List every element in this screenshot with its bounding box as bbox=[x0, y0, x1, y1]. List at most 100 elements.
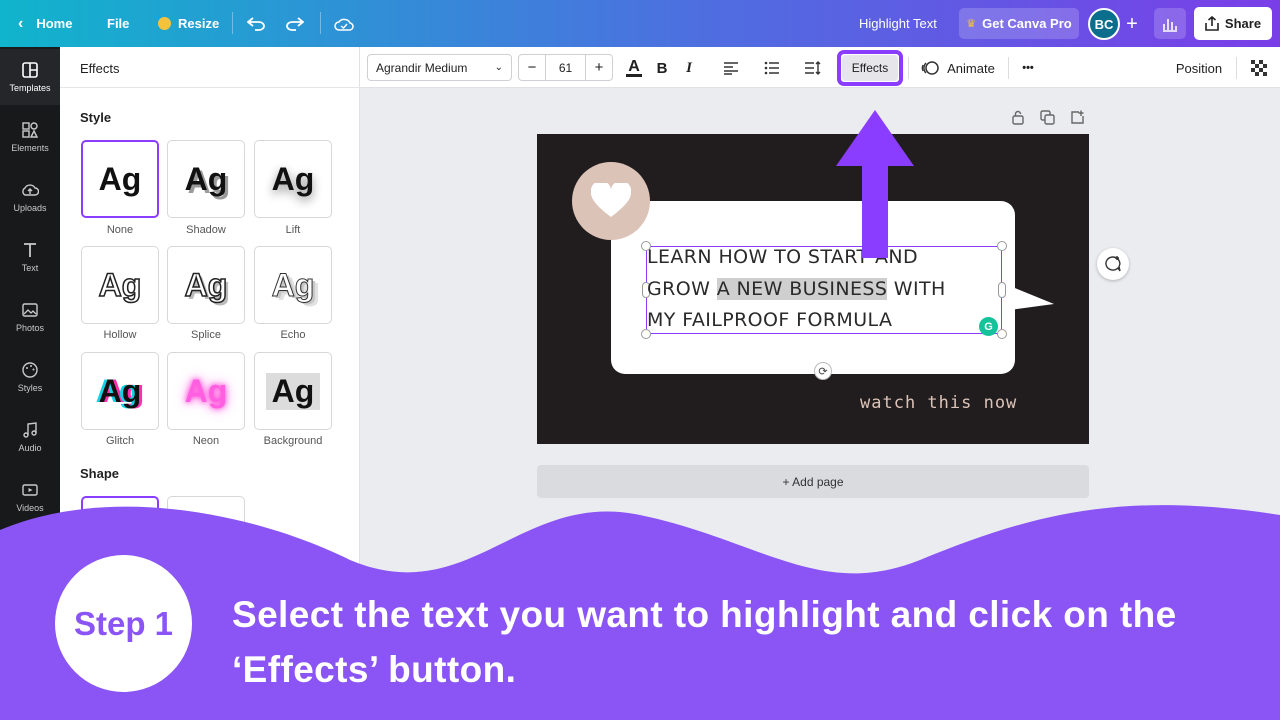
chevron-left-icon: ‹ bbox=[18, 14, 24, 32]
file-label: File bbox=[107, 16, 130, 31]
get-canva-pro-button[interactable]: ♛ Get Canva Pro bbox=[959, 8, 1079, 39]
style-neon-tile[interactable]: Ag bbox=[167, 352, 245, 430]
uploads-icon bbox=[22, 184, 39, 196]
position-button[interactable]: Position bbox=[1174, 55, 1224, 81]
cloud-save-button[interactable] bbox=[334, 0, 354, 47]
style-sample: Ag bbox=[98, 266, 142, 304]
rail-label: Audio bbox=[18, 443, 42, 453]
style-section-label: Style bbox=[80, 110, 112, 125]
text-icon bbox=[24, 243, 36, 257]
transparency-button[interactable] bbox=[1250, 55, 1268, 81]
increase-size-button[interactable]: + bbox=[586, 55, 612, 80]
resize-button[interactable]: Resize bbox=[158, 0, 219, 47]
animate-button[interactable]: Animate bbox=[918, 55, 998, 81]
bold-button[interactable]: B bbox=[653, 55, 671, 81]
align-button[interactable] bbox=[721, 55, 741, 81]
font-family-value: Agrandir Medium bbox=[376, 60, 468, 75]
decrease-size-button[interactable]: − bbox=[519, 55, 545, 80]
style-sample: Ag bbox=[98, 372, 142, 409]
home-button[interactable]: ‹ Home bbox=[18, 0, 72, 47]
list-button[interactable] bbox=[762, 55, 782, 81]
divider bbox=[60, 87, 360, 88]
effects-highlight-ring bbox=[837, 50, 903, 86]
bar-chart-icon bbox=[1163, 18, 1177, 32]
style-caption: Shadow bbox=[186, 224, 226, 236]
align-left-icon bbox=[724, 62, 738, 75]
rail-label: Text bbox=[21, 263, 39, 273]
undo-button[interactable] bbox=[247, 0, 265, 47]
font-size-input[interactable]: 61 bbox=[545, 55, 586, 80]
duplicate-page-button[interactable] bbox=[1040, 110, 1055, 128]
get-pro-label: Get Canva Pro bbox=[982, 16, 1072, 31]
home-label: Home bbox=[36, 16, 73, 31]
step-badge: Step 1 bbox=[55, 555, 192, 692]
color-bar bbox=[626, 73, 642, 77]
rail-item-templates[interactable]: Templates bbox=[0, 49, 60, 105]
style-background-tile[interactable]: Ag bbox=[254, 352, 332, 430]
document-title[interactable]: Highlight Text bbox=[859, 0, 937, 47]
divider bbox=[1236, 57, 1237, 79]
chevron-down-icon: ⌄ bbox=[494, 62, 503, 73]
highlighted-text: A NEW BUSINESS bbox=[716, 277, 888, 300]
redo-button[interactable] bbox=[286, 0, 304, 47]
style-caption: Background bbox=[263, 435, 323, 447]
style-sample: Ag bbox=[184, 160, 228, 197]
avatar[interactable]: BC bbox=[1088, 8, 1120, 40]
style-hollow-tile[interactable]: Ag bbox=[81, 246, 159, 324]
watch-text[interactable]: watch this now bbox=[860, 393, 1017, 413]
rail-item-uploads[interactable]: Uploads bbox=[0, 169, 60, 225]
file-menu[interactable]: File bbox=[107, 0, 129, 47]
top-bar: ‹ Home File Resize Highlight Text ♛ Get … bbox=[0, 0, 1280, 47]
text-color-button[interactable]: A bbox=[624, 55, 644, 81]
rail-item-styles[interactable]: Styles bbox=[0, 349, 60, 405]
divider bbox=[908, 57, 909, 79]
rail-item-photos[interactable]: Photos bbox=[0, 289, 60, 345]
rotate-handle[interactable]: ⟳ bbox=[814, 362, 832, 380]
italic-button[interactable]: I bbox=[680, 55, 698, 81]
style-caption: None bbox=[106, 224, 134, 236]
style-sample: Ag bbox=[265, 372, 321, 410]
style-caption: Glitch bbox=[105, 435, 135, 447]
add-page-icon-button[interactable] bbox=[1070, 110, 1085, 128]
style-shadow-tile[interactable]: Ag bbox=[167, 140, 245, 218]
heart-badge[interactable] bbox=[572, 162, 650, 240]
lock-button[interactable] bbox=[1011, 110, 1025, 128]
style-caption: Echo bbox=[280, 329, 306, 341]
add-page-button[interactable]: + Add page bbox=[537, 465, 1089, 498]
rail-item-elements[interactable]: Elements bbox=[0, 109, 60, 165]
share-button[interactable]: Share bbox=[1194, 7, 1272, 40]
redo-icon bbox=[286, 16, 304, 31]
style-caption: Splice bbox=[191, 329, 221, 341]
rail-label: Photos bbox=[15, 323, 45, 333]
design-headline[interactable]: LEARN HOW TO START AND GROW A NEW BUSINE… bbox=[647, 242, 1003, 337]
crown-icon: ♛ bbox=[966, 18, 977, 30]
lock-icon bbox=[1012, 110, 1024, 125]
undo-icon bbox=[247, 16, 265, 31]
style-echo-tile[interactable]: Ag bbox=[254, 246, 332, 324]
comment-icon bbox=[1105, 256, 1121, 272]
headline-line: LEARN HOW TO START AND bbox=[647, 246, 919, 268]
style-none-tile[interactable]: Ag bbox=[81, 140, 159, 218]
add-comment-button[interactable] bbox=[1097, 248, 1129, 280]
style-splice-tile[interactable]: Ag bbox=[167, 246, 245, 324]
add-person-button[interactable]: + bbox=[1120, 8, 1144, 40]
divider bbox=[232, 12, 233, 34]
font-family-select[interactable]: Agrandir Medium ⌄ bbox=[367, 54, 512, 81]
style-glitch-tile[interactable]: Ag bbox=[81, 352, 159, 430]
spacing-button[interactable] bbox=[802, 55, 824, 81]
style-sample: Ag bbox=[271, 266, 315, 303]
document-title-label: Highlight Text bbox=[859, 16, 937, 31]
text-color-icon: A bbox=[628, 57, 640, 75]
style-lift-tile[interactable]: Ag bbox=[254, 140, 332, 218]
style-caption: Lift bbox=[285, 224, 301, 236]
text-segment: WITH bbox=[887, 277, 946, 300]
rail-item-text[interactable]: Text bbox=[0, 229, 60, 285]
insights-button[interactable] bbox=[1154, 8, 1186, 39]
style-sample: Ag bbox=[271, 160, 315, 197]
design-page[interactable]: LEARN HOW TO START AND GROW A NEW BUSINE… bbox=[537, 134, 1089, 444]
grammarly-icon[interactable]: G bbox=[979, 317, 998, 336]
more-options-button[interactable]: ••• bbox=[1018, 55, 1038, 81]
photos-icon bbox=[22, 303, 38, 317]
rail-item-audio[interactable]: Audio bbox=[0, 409, 60, 465]
style-caption: Neon bbox=[192, 435, 220, 447]
